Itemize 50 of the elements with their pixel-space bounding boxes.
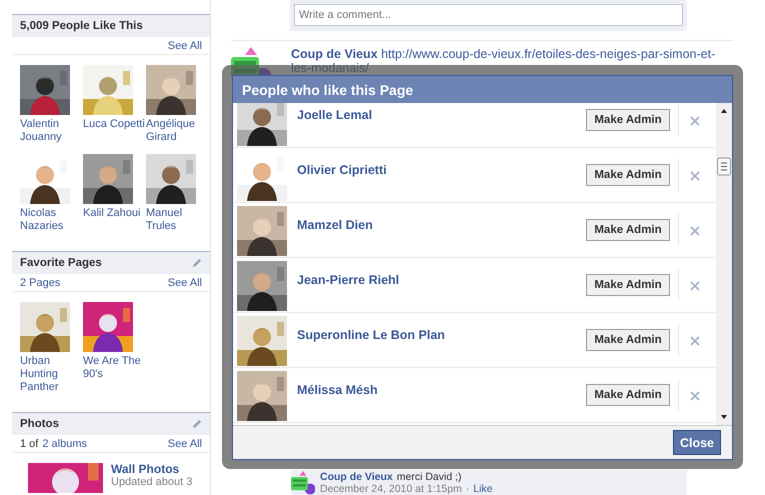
album-count: 1 of (20, 438, 38, 450)
comment-time: December 24, 2010 at 1:15pm (320, 483, 462, 495)
page-link[interactable]: Urban Hunting Panther (20, 355, 82, 394)
person-link[interactable]: Nicolas Nazaries (20, 207, 82, 233)
person-name-link[interactable]: Olivier Ciprietti (297, 163, 586, 177)
person-name-link[interactable]: Jean-Pierre Riehl (297, 273, 586, 287)
see-all-link[interactable]: See All (168, 40, 202, 52)
albums-link[interactable]: 2 albums (42, 438, 87, 450)
section-title: Photos (20, 418, 59, 430)
see-all-link[interactable]: See All (168, 276, 202, 288)
album-title-link[interactable]: Wall Photos (111, 463, 192, 476)
remove-icon[interactable] (690, 281, 700, 291)
pages-count-link[interactable]: 2 Pages (20, 276, 60, 288)
see-all-link[interactable]: See All (168, 438, 202, 450)
comment-field[interactable]: Write a comment... (294, 4, 683, 26)
person-link[interactable]: Valentin Jouanny (20, 118, 82, 144)
person-name-link[interactable]: Mélissa Mésh (297, 383, 586, 397)
section-title: 5,009 People Like This (20, 20, 143, 32)
dialog-title: People who like this Page (232, 75, 733, 103)
section-title: Favorite Pages (20, 257, 102, 269)
make-admin-button[interactable]: Make Admin (586, 274, 670, 296)
remove-icon[interactable] (690, 391, 700, 401)
album-updated-text: Updated about 3 (111, 476, 192, 489)
remove-icon[interactable] (690, 226, 700, 236)
pencil-icon[interactable] (191, 258, 202, 268)
remove-icon[interactable] (690, 171, 700, 181)
scrollbar[interactable] (716, 103, 732, 425)
remove-icon[interactable] (690, 116, 700, 126)
make-admin-button[interactable]: Make Admin (586, 329, 670, 351)
make-admin-button[interactable]: Make Admin (586, 384, 670, 406)
close-button[interactable]: Close (673, 430, 721, 455)
page-link[interactable]: We Are The 90's (83, 355, 145, 381)
person-link[interactable]: Luca Copetti (83, 118, 145, 131)
author-link[interactable]: Coup de Vieux (320, 471, 393, 483)
make-admin-button[interactable]: Make Admin (586, 109, 670, 131)
pencil-icon[interactable] (191, 418, 202, 430)
person-link[interactable]: Kalil Zahoui (83, 207, 145, 220)
comment-text: merci David ;) (396, 471, 462, 483)
person-name-link[interactable]: Mamzel Dien (297, 218, 586, 232)
make-admin-button[interactable]: Make Admin (586, 219, 670, 241)
person-link[interactable]: Angélique Girard (146, 118, 208, 144)
person-link[interactable]: Manuel Trules (146, 207, 208, 233)
like-link[interactable]: Like (473, 483, 493, 495)
remove-icon[interactable] (690, 336, 700, 346)
separator-dot: · (466, 483, 470, 495)
person-name-link[interactable]: Superonline Le Bon Plan (297, 328, 586, 342)
page-logo[interactable] (291, 471, 315, 495)
author-link[interactable]: Coup de Vieux (291, 47, 378, 61)
person-name-link[interactable]: Joelle Lemal (297, 108, 586, 122)
make-admin-button[interactable]: Make Admin (586, 164, 670, 186)
